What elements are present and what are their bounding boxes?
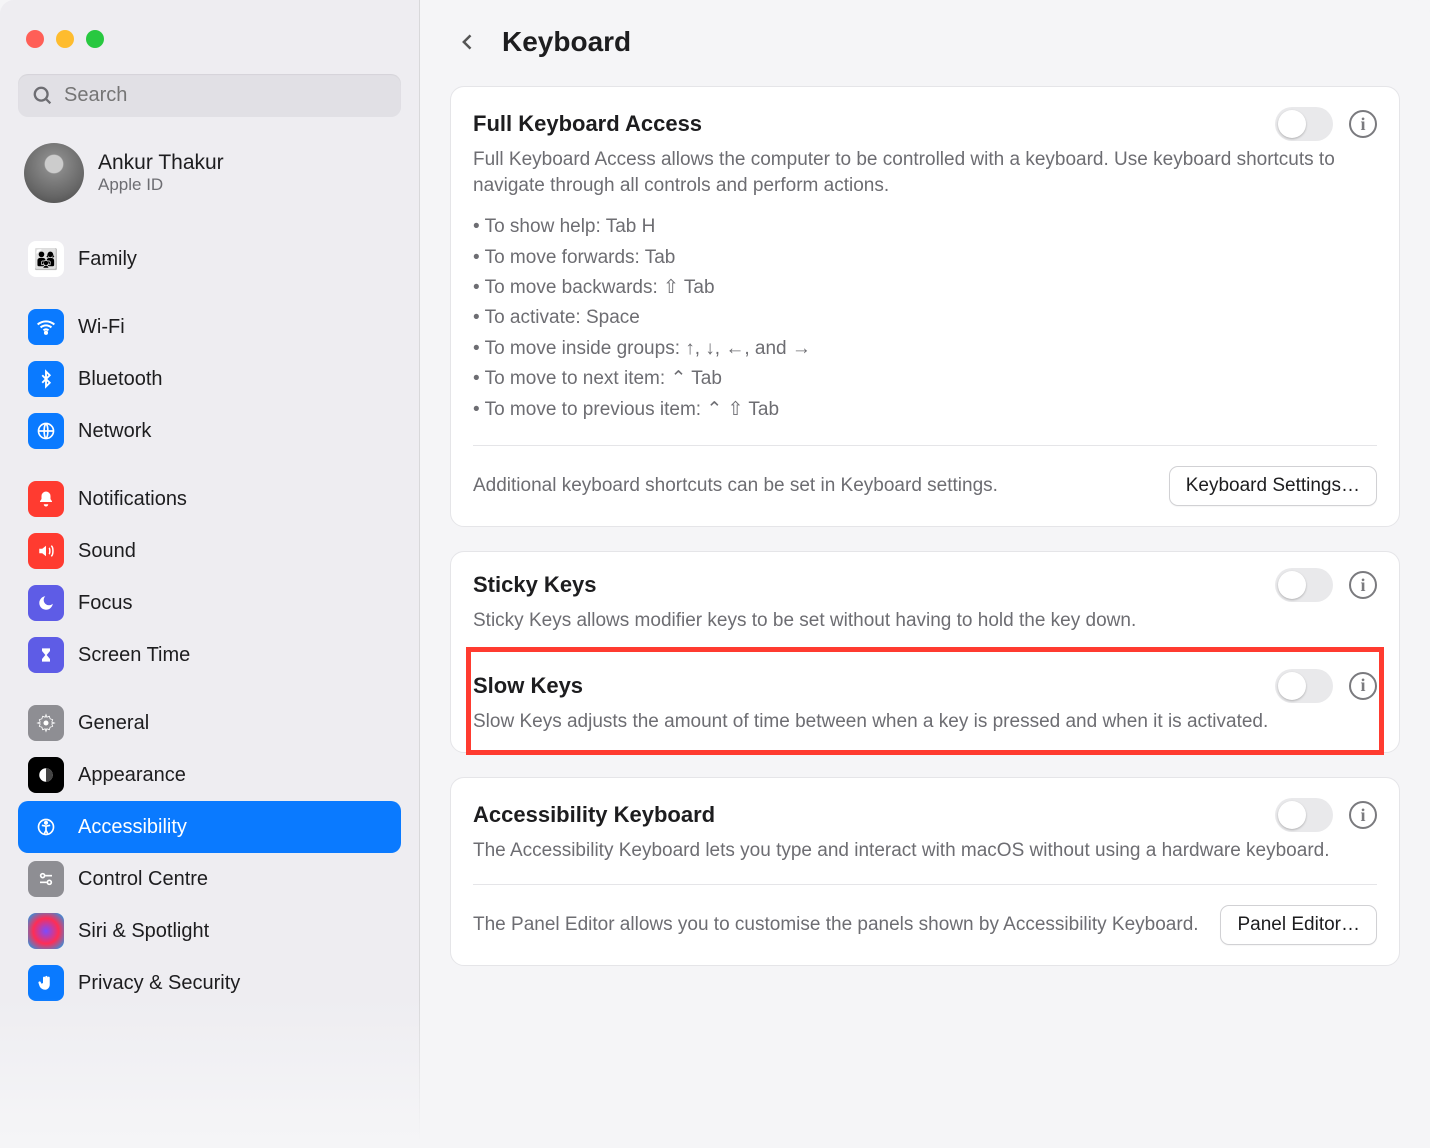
info-icon[interactable]: i [1349,110,1377,138]
sidebar-item-accessibility[interactable]: Accessibility [18,801,401,853]
sidebar-item-sound[interactable]: Sound [18,525,401,577]
sidebar-item-family[interactable]: 👨‍👩‍👧 Family [18,233,401,285]
bluetooth-icon [28,361,64,397]
sidebar-item-label: Network [78,420,151,443]
sidebar-item-label: Notifications [78,488,187,511]
sidebar-item-network[interactable]: Network [18,405,401,457]
sidebar-item-label: Focus [78,592,132,615]
info-icon[interactable]: i [1349,672,1377,700]
fka-desc: Full Keyboard Access allows the computer… [473,147,1377,198]
panel-editor-button[interactable]: Panel Editor… [1220,905,1377,945]
close-window-button[interactable] [26,30,44,48]
accessibility-keyboard-card: Accessibility Keyboard i The Accessibili… [450,777,1400,966]
sidebar-item-notifications[interactable]: Notifications [18,473,401,525]
info-icon[interactable]: i [1349,571,1377,599]
sidebar-item-label: Sound [78,540,136,563]
control-centre-icon [28,861,64,897]
family-icon: 👨‍👩‍👧 [28,241,64,277]
fullscreen-window-button[interactable] [86,30,104,48]
list-item: • To show help: Tab H [473,212,1377,242]
sidebar-item-screentime[interactable]: Screen Time [18,629,401,681]
gear-icon [28,705,64,741]
profile-subtitle: Apple ID [98,175,224,195]
sidebar-item-label: General [78,712,149,735]
slow-keys-desc: Slow Keys adjusts the amount of time bet… [473,709,1377,735]
window-controls [18,18,401,74]
sidebar-item-control-centre[interactable]: Control Centre [18,853,401,905]
main-content: Keyboard Full Keyboard Access i Full Key… [420,0,1430,1148]
slow-keys-row: Slow Keys i Slow Keys adjusts the amount… [469,650,1381,753]
search-field[interactable] [18,74,401,117]
speaker-icon [28,533,64,569]
acckb-title: Accessibility Keyboard [473,802,715,828]
info-icon[interactable]: i [1349,801,1377,829]
fka-shortcuts: • To show help: Tab H • To move forwards… [473,212,1377,425]
sticky-keys-title: Sticky Keys [473,572,597,598]
list-item: • To move backwards: ⇧ Tab [473,273,1377,303]
sidebar-item-siri[interactable]: Siri & Spotlight [18,905,401,957]
sidebar-item-label: Siri & Spotlight [78,920,209,943]
list-item: • To move to next item: ⌃ Tab [473,364,1377,394]
acckb-toggle[interactable] [1275,798,1333,832]
minimize-window-button[interactable] [56,30,74,48]
back-button[interactable] [454,28,482,56]
wifi-icon [28,309,64,345]
list-item: • To move inside groups: ↑, ↓, ←, and → [473,334,1377,364]
sidebar-item-label: Appearance [78,764,186,787]
keyboard-settings-button[interactable]: Keyboard Settings… [1169,466,1377,506]
sidebar-item-label: Bluetooth [78,368,163,391]
sidebar-item-label: Control Centre [78,868,208,891]
profile-name: Ankur Thakur [98,151,224,175]
list-item: • To move forwards: Tab [473,243,1377,273]
list-item: • To move to previous item: ⌃ ⇧ Tab [473,395,1377,425]
page-title: Keyboard [502,26,631,58]
full-keyboard-access-card: Full Keyboard Access i Full Keyboard Acc… [450,86,1400,527]
fka-toggle[interactable] [1275,107,1333,141]
bell-icon [28,481,64,517]
slow-keys-title: Slow Keys [473,673,583,699]
sidebar-item-appearance[interactable]: Appearance [18,749,401,801]
sidebar-item-privacy[interactable]: Privacy & Security [18,957,401,1009]
slow-keys-toggle[interactable] [1275,669,1333,703]
keys-card: Sticky Keys i Sticky Keys allows modifie… [450,551,1400,753]
hourglass-icon [28,637,64,673]
profile-row[interactable]: Ankur Thakur Apple ID [18,135,401,225]
hand-icon [28,965,64,1001]
sidebar-item-general[interactable]: General [18,697,401,749]
list-item: • To activate: Space [473,303,1377,333]
sidebar: Ankur Thakur Apple ID 👨‍👩‍👧 Family Wi-Fi… [0,0,420,1148]
appearance-icon [28,757,64,793]
accessibility-icon [28,809,64,845]
sidebar-item-label: Privacy & Security [78,972,240,995]
sidebar-item-focus[interactable]: Focus [18,577,401,629]
sidebar-item-label: Accessibility [78,816,187,839]
network-icon [28,413,64,449]
sidebar-item-bluetooth[interactable]: Bluetooth [18,353,401,405]
sidebar-item-label: Screen Time [78,644,190,667]
search-input[interactable] [64,84,387,107]
search-icon [32,85,54,107]
avatar [24,143,84,203]
sidebar-item-label: Family [78,248,137,271]
sidebar-item-label: Wi-Fi [78,316,125,339]
acckb-footnote: The Panel Editor allows you to customise… [473,912,1200,938]
moon-icon [28,585,64,621]
sticky-keys-toggle[interactable] [1275,568,1333,602]
sidebar-item-wifi[interactable]: Wi-Fi [18,301,401,353]
fka-footnote: Additional keyboard shortcuts can be set… [473,473,1149,499]
siri-icon [28,913,64,949]
acckb-desc: The Accessibility Keyboard lets you type… [473,838,1377,864]
sticky-keys-desc: Sticky Keys allows modifier keys to be s… [473,608,1377,634]
fka-title: Full Keyboard Access [473,111,702,137]
